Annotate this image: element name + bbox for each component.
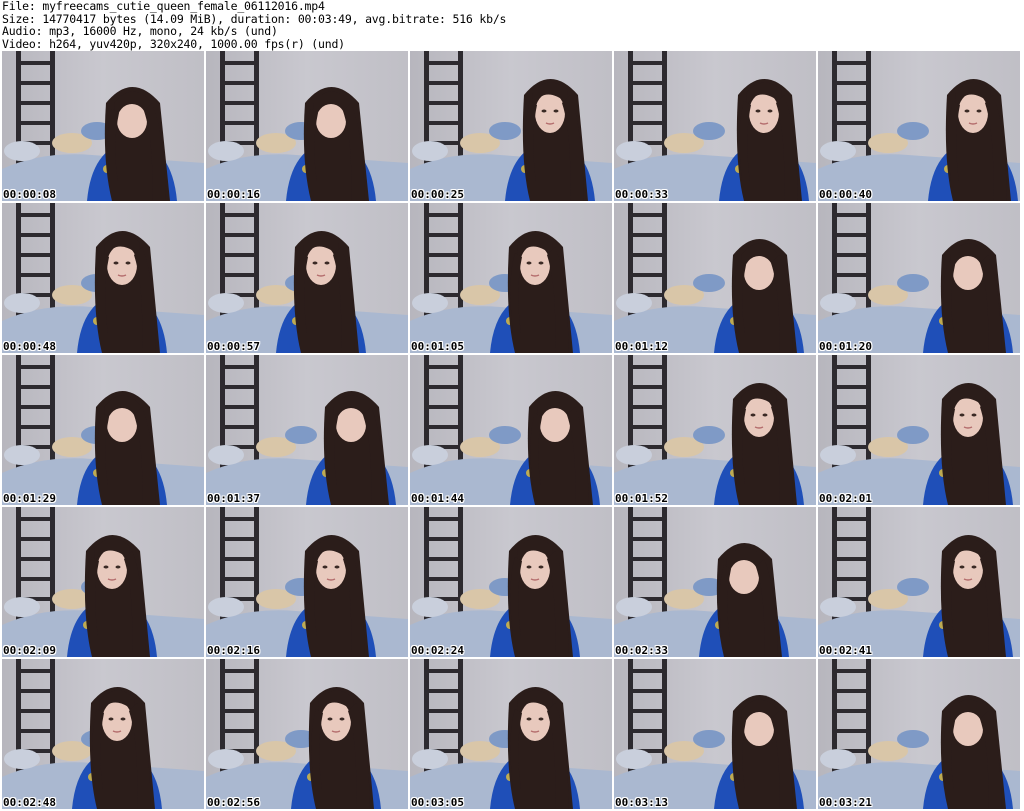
frame-image	[2, 507, 204, 657]
video-frame-thumbnail: 00:00:33	[614, 51, 816, 201]
frame-image	[206, 51, 408, 201]
video-frame-thumbnail: 00:01:37	[206, 355, 408, 505]
frame-timestamp: 00:02:24	[411, 644, 464, 657]
frame-timestamp: 00:02:33	[615, 644, 668, 657]
video-info-line: Video: h264, yuv420p, 320x240, 1000.00 f…	[2, 36, 345, 51]
frame-timestamp: 00:00:08	[3, 188, 56, 201]
video-frame-thumbnail: 00:03:21	[818, 659, 1020, 809]
frame-timestamp: 00:02:56	[207, 796, 260, 809]
video-frame-thumbnail: 00:02:16	[206, 507, 408, 657]
video-frame-thumbnail: 00:01:52	[614, 355, 816, 505]
frame-image	[614, 51, 816, 201]
frame-timestamp: 00:02:01	[819, 492, 872, 505]
video-info-header: File: myfreecams_cutie_queen_female_0611…	[2, 0, 1022, 50]
frame-image	[614, 659, 816, 809]
frame-timestamp: 00:00:16	[207, 188, 260, 201]
video-frame-thumbnail: 00:00:25	[410, 51, 612, 201]
frame-image	[614, 203, 816, 353]
video-frame-thumbnail: 00:01:44	[410, 355, 612, 505]
frame-timestamp: 00:03:05	[411, 796, 464, 809]
video-frame-thumbnail: 00:02:01	[818, 355, 1020, 505]
frame-timestamp: 00:01:20	[819, 340, 872, 353]
frame-timestamp: 00:02:16	[207, 644, 260, 657]
frame-image	[410, 507, 612, 657]
video-frame-thumbnail: 00:01:05	[410, 203, 612, 353]
frame-image	[818, 203, 1020, 353]
frame-image	[206, 203, 408, 353]
video-frame-thumbnail: 00:02:09	[2, 507, 204, 657]
frame-image	[818, 659, 1020, 809]
frame-timestamp: 00:03:13	[615, 796, 668, 809]
video-frame-thumbnail: 00:03:13	[614, 659, 816, 809]
frame-image	[614, 355, 816, 505]
audio-info-line: Audio: mp3, 16000 Hz, mono, 24 kb/s (und…	[2, 24, 278, 38]
frame-timestamp: 00:03:21	[819, 796, 872, 809]
video-frame-thumbnail: 00:01:12	[614, 203, 816, 353]
frame-timestamp: 00:02:48	[3, 796, 56, 809]
frame-timestamp: 00:00:33	[615, 188, 668, 201]
video-frame-thumbnail: 00:00:57	[206, 203, 408, 353]
frame-image	[2, 659, 204, 809]
frame-image	[410, 203, 612, 353]
frame-image	[206, 507, 408, 657]
video-frame-thumbnail: 00:03:05	[410, 659, 612, 809]
frame-image	[818, 51, 1020, 201]
frame-timestamp: 00:00:25	[411, 188, 464, 201]
video-frame-thumbnail: 00:02:24	[410, 507, 612, 657]
frame-image	[818, 355, 1020, 505]
video-frame-thumbnail: 00:00:48	[2, 203, 204, 353]
frame-image	[818, 507, 1020, 657]
frame-image	[614, 507, 816, 657]
frame-image	[206, 659, 408, 809]
video-frame-thumbnail: 00:00:16	[206, 51, 408, 201]
frame-image	[2, 355, 204, 505]
frame-timestamp: 00:00:57	[207, 340, 260, 353]
frame-image	[410, 355, 612, 505]
frame-timestamp: 00:01:05	[411, 340, 464, 353]
thumbnail-grid: 00:00:08 00:00:16 00:00:25 00:00:33 00:0…	[2, 51, 1024, 811]
frame-timestamp: 00:01:12	[615, 340, 668, 353]
frame-timestamp: 00:02:09	[3, 644, 56, 657]
video-frame-thumbnail: 00:00:40	[818, 51, 1020, 201]
video-frame-thumbnail: 00:01:29	[2, 355, 204, 505]
frame-image	[206, 355, 408, 505]
video-frame-thumbnail: 00:00:08	[2, 51, 204, 201]
frame-timestamp: 00:02:41	[819, 644, 872, 657]
frame-timestamp: 00:01:44	[411, 492, 464, 505]
frame-image	[410, 659, 612, 809]
frame-image	[2, 51, 204, 201]
video-frame-thumbnail: 00:02:56	[206, 659, 408, 809]
frame-timestamp: 00:01:52	[615, 492, 668, 505]
video-frame-thumbnail: 00:02:33	[614, 507, 816, 657]
frame-timestamp: 00:01:29	[3, 492, 56, 505]
frame-timestamp: 00:00:40	[819, 188, 872, 201]
file-name-line: File: myfreecams_cutie_queen_female_0611…	[2, 0, 325, 13]
frame-timestamp: 00:01:37	[207, 492, 260, 505]
video-frame-thumbnail: 00:02:41	[818, 507, 1020, 657]
video-frame-thumbnail: 00:01:20	[818, 203, 1020, 353]
video-frame-thumbnail: 00:02:48	[2, 659, 204, 809]
frame-timestamp: 00:00:48	[3, 340, 56, 353]
frame-image	[2, 203, 204, 353]
frame-image	[410, 51, 612, 201]
